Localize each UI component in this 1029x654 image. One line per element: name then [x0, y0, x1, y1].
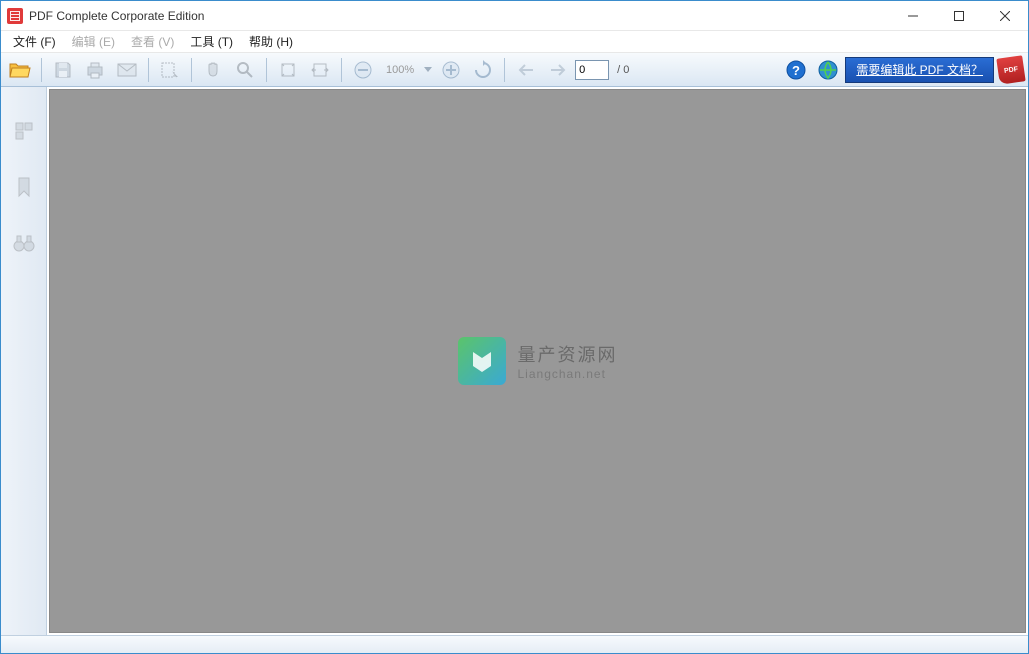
prev-page-button	[511, 56, 541, 84]
bookmark-icon	[16, 176, 32, 198]
page-number-input[interactable]	[575, 60, 609, 80]
zoom-out-button	[348, 56, 378, 84]
menu-tools[interactable]: 工具 (T)	[182, 31, 241, 52]
zoom-tool-button	[230, 56, 260, 84]
separator	[266, 58, 267, 82]
document-viewport[interactable]: 量产资源网 Liangchan.net	[49, 89, 1026, 633]
app-icon	[7, 8, 23, 24]
globe-icon	[818, 60, 838, 80]
separator	[341, 58, 342, 82]
bookmarks-panel-button[interactable]	[10, 173, 38, 201]
text-select-icon	[160, 61, 180, 79]
watermark-title: 量产资源网	[518, 341, 618, 367]
hand-tool-button	[198, 56, 228, 84]
save-icon	[54, 61, 72, 79]
zoom-out-icon	[353, 60, 373, 80]
zoom-level-text: 100%	[380, 64, 420, 76]
thumbnails-icon	[14, 121, 34, 141]
chevron-down-icon	[424, 67, 432, 73]
watermark: 量产资源网 Liangchan.net	[458, 337, 618, 385]
fit-page-button	[273, 56, 303, 84]
separator	[191, 58, 192, 82]
magnify-icon	[236, 61, 254, 79]
menu-edit: 编辑 (E)	[64, 31, 123, 52]
menubar: 文件 (F) 编辑 (E) 查看 (V) 工具 (T) 帮助 (H)	[1, 31, 1028, 53]
print-icon	[85, 61, 105, 79]
binoculars-icon	[13, 233, 35, 253]
menu-file[interactable]: 文件 (F)	[5, 31, 64, 52]
menu-view: 查看 (V)	[123, 31, 182, 52]
toolbar: 100% / 0 ? 需要编辑此 PDF 文档？ PDF	[1, 53, 1028, 87]
maximize-button[interactable]	[936, 1, 982, 30]
next-page-button	[543, 56, 573, 84]
zoom-in-icon	[441, 60, 461, 80]
rotate-icon	[473, 60, 493, 80]
arrow-right-icon	[549, 63, 567, 77]
help-button[interactable]: ?	[781, 56, 811, 84]
email-button	[112, 56, 142, 84]
main-area: 量产资源网 Liangchan.net	[1, 87, 1028, 635]
statusbar	[1, 635, 1028, 653]
svg-text:?: ?	[792, 63, 800, 78]
envelope-icon	[117, 63, 137, 77]
window-title: PDF Complete Corporate Edition	[29, 9, 890, 23]
minimize-button[interactable]	[890, 1, 936, 30]
arrow-left-icon	[517, 63, 535, 77]
fit-width-button	[305, 56, 335, 84]
search-panel-button[interactable]	[10, 229, 38, 257]
save-button	[48, 56, 78, 84]
help-icon: ?	[786, 60, 806, 80]
fit-page-icon	[279, 61, 297, 79]
zoom-dropdown-arrow	[422, 67, 434, 73]
print-button	[80, 56, 110, 84]
zoom-in-button	[436, 56, 466, 84]
separator	[504, 58, 505, 82]
pdf-badge-icon[interactable]: PDF	[996, 55, 1025, 84]
rotate-button	[468, 56, 498, 84]
folder-open-icon	[9, 61, 31, 79]
titlebar: PDF Complete Corporate Edition	[1, 1, 1028, 31]
open-button[interactable]	[5, 56, 35, 84]
page-total-text: / 0	[611, 64, 635, 76]
menu-help[interactable]: 帮助 (H)	[241, 31, 301, 52]
separator	[148, 58, 149, 82]
hand-icon	[204, 61, 222, 79]
fit-width-icon	[310, 62, 330, 78]
thumbnails-panel-button[interactable]	[10, 117, 38, 145]
close-button[interactable]	[982, 1, 1028, 30]
edit-banner-link[interactable]: 需要编辑此 PDF 文档？	[845, 57, 994, 83]
separator	[41, 58, 42, 82]
sidebar	[1, 87, 47, 635]
window-controls	[890, 1, 1028, 30]
select-tool-button	[155, 56, 185, 84]
web-button[interactable]	[813, 56, 843, 84]
watermark-subtitle: Liangchan.net	[518, 367, 618, 381]
watermark-logo-icon	[458, 337, 506, 385]
